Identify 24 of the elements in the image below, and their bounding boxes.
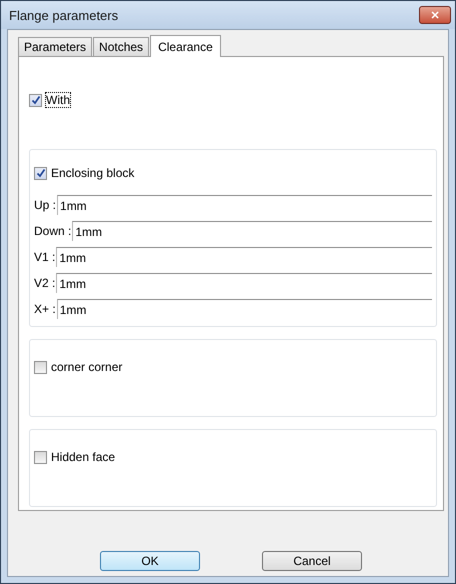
input-field[interactable]: 1mm: [57, 195, 432, 215]
field-label: V2 :: [34, 276, 56, 290]
checkbox-label: With: [46, 93, 70, 107]
tab[interactable]: Clearance: [150, 35, 221, 57]
field-label: Up :: [34, 198, 56, 212]
checkbox-label: corner corner: [51, 360, 122, 374]
checkbox-label: Hidden face: [51, 450, 116, 464]
input-field[interactable]: 1mm: [56, 299, 432, 319]
ok-button[interactable]: OK: [100, 551, 200, 571]
checkbox[interactable]: [34, 166, 47, 180]
checkbox-label: Enclosing block: [51, 166, 134, 180]
tab[interactable]: Notches: [93, 37, 150, 56]
window-title: Flange parameters: [9, 8, 118, 22]
tab[interactable]: Parameters: [18, 37, 92, 56]
cancel-button[interactable]: Cancel: [262, 551, 362, 571]
checkbox[interactable]: [29, 94, 42, 106]
input-field[interactable]: 1mm: [72, 221, 432, 241]
field-label: V1 :: [34, 250, 56, 264]
input-field[interactable]: 1mm: [56, 273, 432, 293]
checkbox[interactable]: [34, 450, 47, 464]
checkbox[interactable]: [34, 360, 47, 374]
input-field[interactable]: 1mm: [56, 247, 432, 267]
field-label: X+ :: [34, 302, 56, 316]
field-label: Down :: [34, 224, 72, 238]
